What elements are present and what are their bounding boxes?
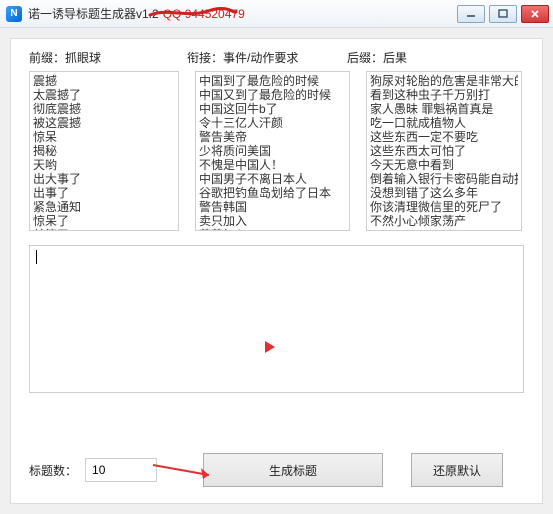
list-item[interactable]: 震撼: [33, 74, 175, 88]
list-item[interactable]: 家人愚昧 罪魁祸首真是: [370, 102, 518, 116]
app-icon: N: [6, 6, 22, 22]
list-item[interactable]: 出大事了: [33, 172, 175, 186]
list-item[interactable]: 草草加入: [199, 228, 346, 231]
bridge-listbox[interactable]: 中国到了最危险的时候中国又到了最危险的时候中国这回牛b了令十三亿人汗颜警告美帝少…: [195, 71, 350, 231]
list-item[interactable]: 警告美帝: [199, 130, 346, 144]
list-item[interactable]: 吃一口就成植物人: [370, 116, 518, 130]
bridge-label: 衔接：事件/动作要求: [187, 49, 347, 66]
text-cursor: [36, 250, 37, 264]
list-item[interactable]: 卖只加入: [199, 214, 346, 228]
list-item[interactable]: 你该清理微信里的死尸了: [370, 200, 518, 214]
list-item[interactable]: 中国男子不离日本人: [199, 172, 346, 186]
list-item[interactable]: 倒着输入银行卡密码能自动报警: [370, 172, 518, 186]
list-item[interactable]: 警告韩国: [199, 200, 346, 214]
suffix-listbox[interactable]: 狗尿对轮胎的危害是非常大的看到这种虫子千万别打家人愚昧 罪魁祸首真是吃一口就成植…: [366, 71, 522, 231]
list-item[interactable]: 不然小心倾家荡产: [370, 214, 518, 228]
list-item[interactable]: 就算了: [33, 228, 175, 231]
prefix-listbox[interactable]: 震撼太震撼了彻底震撼被这震撼惊呆揭秘天哟出大事了出事了紧急通知惊呆了就算了这都能…: [29, 71, 179, 231]
list-item[interactable]: 今天无意中看到: [370, 158, 518, 172]
list-item[interactable]: 天哟: [33, 158, 175, 172]
list-item[interactable]: 中国到了最危险的时候: [199, 74, 346, 88]
suffix-label: 后缀：后果: [347, 49, 524, 66]
window-title: 诺一诱导标题生成器v1.2: [28, 5, 159, 22]
count-input[interactable]: [85, 458, 157, 482]
list-item[interactable]: 紧急通知: [33, 200, 175, 214]
list-item[interactable]: 中国又到了最危险的时候: [199, 88, 346, 102]
list-item[interactable]: 少将质问美国: [199, 144, 346, 158]
list-item[interactable]: 不愧是中国人！: [199, 158, 346, 172]
generate-button[interactable]: 生成标题: [203, 453, 383, 487]
prefix-label: 前缀：抓眼球: [29, 49, 187, 66]
maximize-button[interactable]: [489, 5, 517, 23]
list-item[interactable]: 被这震撼: [33, 116, 175, 130]
close-button[interactable]: [521, 5, 549, 23]
count-label: 标题数：: [29, 462, 77, 479]
titlebar: N 诺一诱导标题生成器v1.2 QQ 944520479: [0, 0, 553, 28]
list-item[interactable]: 揭秘: [33, 144, 175, 158]
main-panel: 前缀：抓眼球 衔接：事件/动作要求 后缀：后果 震撼太震撼了彻底震撼被这震撼惊呆…: [10, 38, 543, 504]
list-item[interactable]: 惊呆: [33, 130, 175, 144]
minimize-button[interactable]: [457, 5, 485, 23]
list-item[interactable]: 狗尿对轮胎的危害是非常大的: [370, 74, 518, 88]
reset-button[interactable]: 还原默认: [411, 453, 503, 487]
list-item[interactable]: 看到这种虫子千万别打: [370, 88, 518, 102]
list-item[interactable]: 出事了: [33, 186, 175, 200]
qq-text: QQ 944520479: [163, 7, 245, 21]
list-item[interactable]: 彻底震撼: [33, 102, 175, 116]
list-item[interactable]: 这些东西一定不要吃: [370, 130, 518, 144]
list-item[interactable]: 没想到错了这么多年: [370, 186, 518, 200]
output-textbox[interactable]: [29, 245, 524, 393]
red-arrow-icon: [265, 341, 275, 353]
list-item[interactable]: 这些东西太可怕了: [370, 144, 518, 158]
list-item[interactable]: 令十三亿人汗颜: [199, 116, 346, 130]
list-item[interactable]: 太震撼了: [33, 88, 175, 102]
list-item[interactable]: 谷歌把钓鱼岛划给了日本: [199, 186, 346, 200]
list-item[interactable]: 中国这回牛b了: [199, 102, 346, 116]
list-item[interactable]: 惊呆了: [33, 214, 175, 228]
